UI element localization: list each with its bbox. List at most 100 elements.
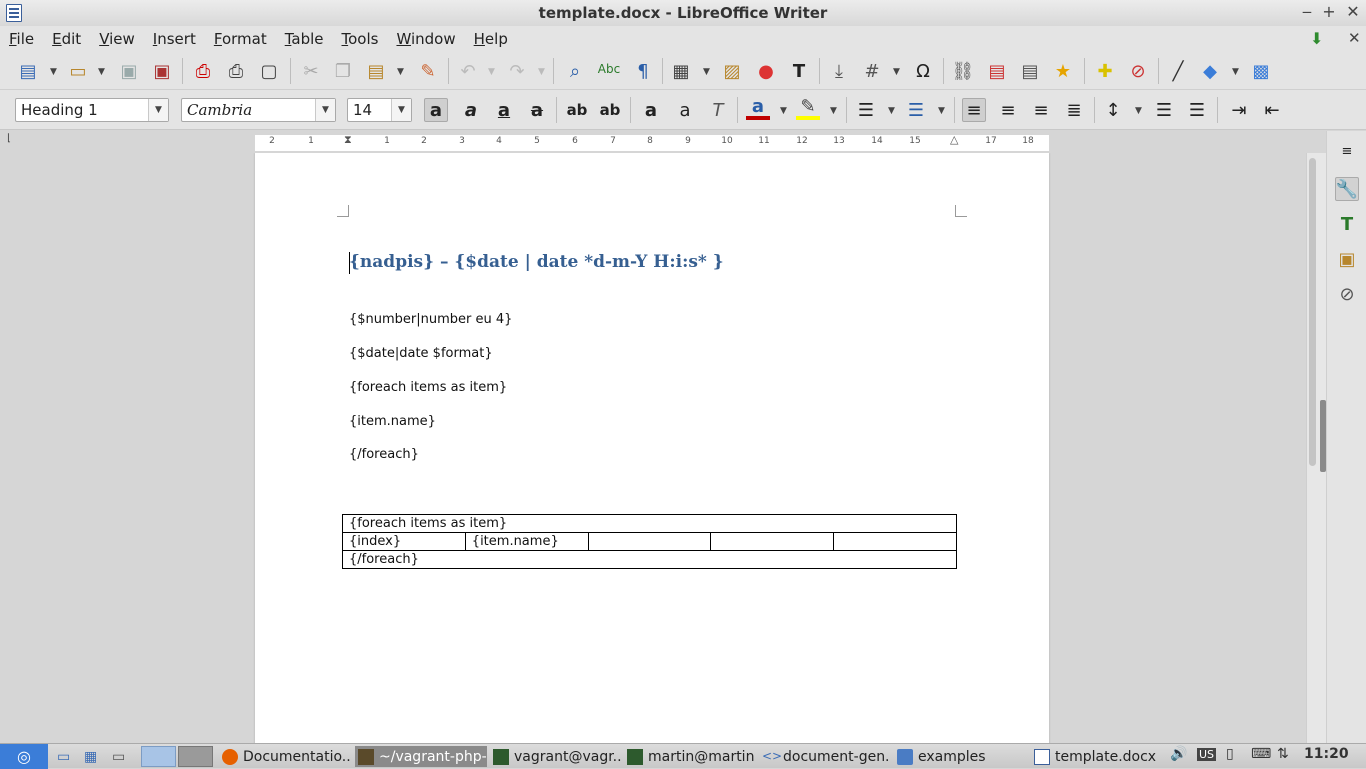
indent-marker-icon[interactable]: ⧗ bbox=[344, 133, 352, 147]
redo-icon[interactable]: ↷ bbox=[505, 59, 529, 83]
table-cell[interactable] bbox=[833, 532, 957, 551]
font-size-select[interactable]: 14 ▼ bbox=[347, 98, 412, 122]
paragraph[interactable]: {item.name} bbox=[349, 414, 436, 429]
table-cell[interactable]: {item.name} bbox=[464, 532, 589, 551]
close-document-button[interactable]: ✕ bbox=[1348, 29, 1361, 47]
taskbar-item-examples[interactable]: examples bbox=[897, 746, 1007, 767]
numbered-dropdown-icon[interactable]: ▼ bbox=[938, 106, 945, 116]
new-dropdown-icon[interactable]: ▼ bbox=[50, 67, 57, 77]
table-cell[interactable] bbox=[587, 532, 712, 551]
spelling-icon[interactable]: Abc bbox=[597, 57, 621, 81]
paste-icon[interactable]: ▤ bbox=[364, 59, 388, 83]
update-download-icon[interactable]: ⬇ bbox=[1310, 29, 1323, 48]
insert-field-icon[interactable]: # bbox=[860, 59, 884, 83]
justify-icon[interactable]: ≣ bbox=[1062, 98, 1086, 122]
endnote-icon[interactable]: ▤ bbox=[1018, 59, 1042, 83]
print-icon[interactable]: ⎙ bbox=[224, 59, 248, 83]
chevron-down-icon[interactable]: ▼ bbox=[315, 99, 335, 121]
print-preview-icon[interactable]: ▢ bbox=[257, 59, 281, 83]
bookmark-icon[interactable]: ★ bbox=[1051, 59, 1075, 83]
taskbar-item-firefox[interactable]: Documentatio... bbox=[222, 746, 350, 767]
scrollbar-thumb[interactable] bbox=[1309, 158, 1316, 466]
numbered-list-icon[interactable]: ☰ bbox=[904, 98, 928, 122]
terminal-launcher-icon[interactable]: ▭ bbox=[112, 746, 134, 767]
document-heading[interactable]: {nadpis} – {$date | date *d-m-Y H:i:s* } bbox=[349, 252, 724, 272]
paragraph[interactable]: {$date|date $format} bbox=[349, 346, 493, 361]
clock[interactable]: 11:20 bbox=[1304, 746, 1349, 762]
insert-line-icon[interactable]: ╱ bbox=[1166, 59, 1190, 83]
minimize-button[interactable]: ‒ bbox=[1297, 2, 1317, 21]
paragraph[interactable]: {/foreach} bbox=[349, 447, 419, 462]
decrease-paragraph-spacing-icon[interactable]: ☰ bbox=[1185, 98, 1209, 122]
horizontal-ruler[interactable]: 2 1 ⧗ 1 2 3 4 5 6 7 8 9 10 11 12 13 14 1… bbox=[255, 133, 1049, 151]
document-table[interactable]: {foreach items as item} {index} {item.na… bbox=[342, 514, 957, 569]
footnote-icon[interactable]: ▤ bbox=[985, 59, 1009, 83]
table-cell[interactable]: {index} bbox=[342, 532, 466, 551]
insert-image-icon[interactable]: ▨ bbox=[720, 59, 744, 83]
table-cell[interactable] bbox=[710, 532, 835, 551]
copy-icon[interactable]: ❐ bbox=[331, 59, 355, 83]
file-manager-icon[interactable]: ▦ bbox=[84, 746, 106, 767]
properties-icon[interactable]: 🔧 bbox=[1335, 177, 1359, 201]
increase-paragraph-spacing-icon[interactable]: ☰ bbox=[1152, 98, 1176, 122]
menu-file[interactable]: File bbox=[0, 30, 43, 48]
field-dropdown-icon[interactable]: ▼ bbox=[893, 67, 900, 77]
insert-comment-icon[interactable]: ✚ bbox=[1093, 59, 1117, 83]
navigator-icon[interactable]: ⊘ bbox=[1335, 282, 1359, 306]
sidebar-menu-icon[interactable]: ≡ bbox=[1335, 139, 1359, 163]
export-pdf-icon[interactable]: ⎙ bbox=[191, 59, 215, 83]
redo-dropdown-icon[interactable]: ▼ bbox=[538, 67, 545, 77]
menu-help[interactable]: Help bbox=[465, 30, 517, 48]
bold-icon[interactable]: a bbox=[424, 98, 448, 122]
bullet-list-icon[interactable]: ☰ bbox=[854, 98, 878, 122]
line-spacing-icon[interactable]: ↕ bbox=[1101, 98, 1125, 122]
show-desktop-icon[interactable]: ▭ bbox=[57, 746, 79, 767]
paragraph-style-select[interactable]: Heading 1 ▼ bbox=[15, 98, 169, 122]
insert-textbox-icon[interactable]: T bbox=[787, 59, 811, 83]
align-center-icon[interactable]: ≡ bbox=[996, 98, 1020, 122]
taskbar-item-editor[interactable]: <> document-gen... bbox=[762, 746, 890, 767]
outline-icon[interactable]: a bbox=[673, 98, 697, 122]
line-spacing-dropdown-icon[interactable]: ▼ bbox=[1135, 106, 1142, 116]
subscript-icon[interactable]: ab bbox=[598, 98, 622, 122]
document-page[interactable]: {nadpis} – {$date | date *d-m-Y H:i:s* }… bbox=[255, 153, 1049, 743]
tab-stop-type-icon[interactable]: ⌊ bbox=[7, 133, 11, 144]
taskbar-item-vagrant[interactable]: vagrant@vagr... bbox=[493, 746, 621, 767]
track-changes-icon[interactable]: ⊘ bbox=[1126, 59, 1150, 83]
highlight-dropdown-icon[interactable]: ▼ bbox=[830, 106, 837, 116]
underline-icon[interactable]: a bbox=[492, 98, 516, 122]
menu-view[interactable]: View bbox=[90, 30, 144, 48]
hyperlink-icon[interactable]: ⛓ bbox=[951, 59, 975, 83]
network-icon[interactable]: ⇅ bbox=[1277, 746, 1289, 762]
decrease-indent-icon[interactable]: ⇤ bbox=[1260, 98, 1284, 122]
align-left-icon[interactable]: ≡ bbox=[962, 98, 986, 122]
menu-tools[interactable]: Tools bbox=[333, 30, 388, 48]
open-dropdown-icon[interactable]: ▼ bbox=[98, 67, 105, 77]
increase-indent-icon[interactable]: ⇥ bbox=[1227, 98, 1251, 122]
paragraph[interactable]: {$number|number eu 4} bbox=[349, 312, 512, 327]
insert-table-icon[interactable]: ▦ bbox=[669, 59, 693, 83]
maximize-button[interactable]: + bbox=[1319, 2, 1339, 21]
keyboard-icon[interactable]: ⌨ bbox=[1251, 746, 1271, 762]
save-icon[interactable]: ▣ bbox=[117, 59, 141, 83]
clone-formatting-icon[interactable]: ✎ bbox=[416, 59, 440, 83]
italic-icon[interactable]: a bbox=[459, 98, 483, 122]
cut-icon[interactable]: ✂ bbox=[299, 59, 323, 83]
save-as-icon[interactable]: ▣ bbox=[150, 59, 174, 83]
menu-format[interactable]: Format bbox=[205, 30, 276, 48]
taskbar-item-martin[interactable]: martin@martin... bbox=[627, 746, 755, 767]
vertical-scrollbar[interactable] bbox=[1306, 153, 1326, 743]
volume-icon[interactable]: 🔊 bbox=[1170, 746, 1187, 762]
basic-shapes-icon[interactable]: ◆ bbox=[1198, 59, 1222, 83]
undo-dropdown-icon[interactable]: ▼ bbox=[488, 67, 495, 77]
document-area[interactable]: {nadpis} – {$date | date *d-m-Y H:i:s* }… bbox=[0, 153, 1306, 743]
formatting-marks-icon[interactable]: ¶ bbox=[631, 59, 655, 83]
styles-icon[interactable]: T bbox=[1335, 212, 1359, 236]
special-character-icon[interactable]: Ω bbox=[911, 59, 935, 83]
font-color-icon[interactable]: a bbox=[746, 96, 770, 120]
font-name-select[interactable]: Cambria ▼ bbox=[181, 98, 336, 122]
open-icon[interactable]: ▭ bbox=[66, 59, 90, 83]
workspace-2[interactable] bbox=[178, 746, 213, 767]
menu-window[interactable]: Window bbox=[387, 30, 464, 48]
table-cell[interactable]: {/foreach} bbox=[342, 550, 957, 569]
